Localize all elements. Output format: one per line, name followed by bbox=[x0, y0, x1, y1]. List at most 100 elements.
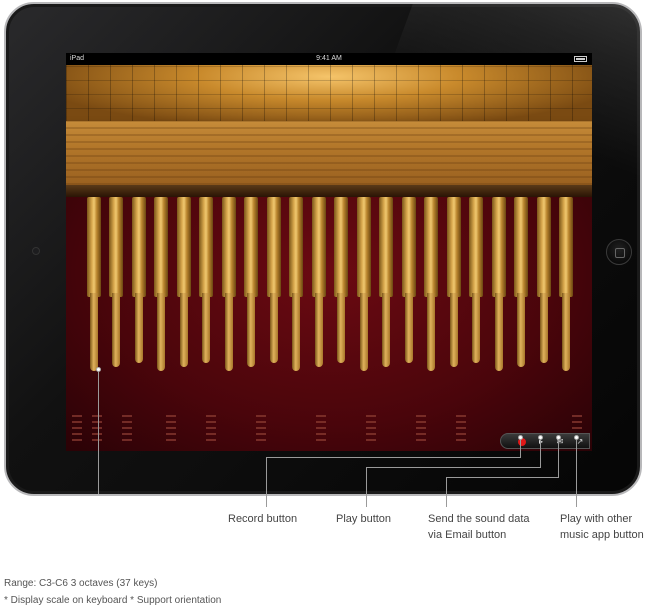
other-app-caption: Play with other music app button bbox=[560, 511, 644, 543]
status-bar: iPad 9:41 AM bbox=[66, 53, 592, 65]
music-box-cylinder bbox=[66, 65, 592, 123]
felt-pattern bbox=[256, 413, 266, 441]
tine-stem bbox=[562, 293, 570, 371]
comb-tine-key[interactable] bbox=[446, 197, 461, 377]
tine-root bbox=[491, 197, 506, 297]
play-callout-line bbox=[366, 467, 367, 507]
play-callout-line bbox=[366, 467, 541, 468]
tine-root bbox=[221, 197, 236, 297]
comb-tine-key[interactable] bbox=[87, 197, 101, 377]
other-app-callout-line bbox=[576, 440, 577, 507]
play-callout-line bbox=[540, 440, 541, 468]
email-callout-line bbox=[558, 440, 559, 478]
felt-pattern bbox=[166, 413, 176, 441]
feature-notes: * Display scale on keyboard * Support or… bbox=[4, 595, 222, 606]
tine-root bbox=[559, 197, 573, 297]
home-button[interactable] bbox=[606, 239, 632, 265]
email-caption: Send the sound data via Email button bbox=[428, 511, 530, 543]
comb-tine-key[interactable] bbox=[559, 197, 573, 377]
comb-tine-key[interactable] bbox=[289, 197, 304, 377]
felt-pattern bbox=[122, 413, 132, 441]
tine-root bbox=[469, 197, 484, 297]
felt-pattern bbox=[416, 413, 426, 441]
felt-pattern bbox=[72, 413, 82, 441]
comb-tine-key[interactable] bbox=[379, 197, 394, 377]
tine-root bbox=[87, 197, 101, 297]
comb-tine-key[interactable] bbox=[311, 197, 326, 377]
play-caption: Play button bbox=[336, 513, 392, 525]
comb-tine-key[interactable] bbox=[469, 197, 484, 377]
felt-pattern bbox=[92, 413, 102, 441]
felt-pattern bbox=[206, 413, 216, 441]
comb-tine-key[interactable] bbox=[491, 197, 506, 377]
email-callout-line bbox=[446, 477, 447, 507]
app-screen: iPad 9:41 AM ✉ ↗ bbox=[66, 53, 592, 451]
tine-root bbox=[514, 197, 529, 297]
tine-root bbox=[289, 197, 304, 297]
range-note: Range: C3-C6 3 octaves (37 keys) bbox=[4, 578, 158, 589]
tine-stem bbox=[359, 293, 368, 371]
tine-root bbox=[356, 197, 371, 297]
email-caption-line2: via Email button bbox=[428, 529, 507, 541]
record-caption: Record button bbox=[228, 513, 298, 525]
felt-pattern bbox=[456, 413, 466, 441]
tine-root bbox=[424, 197, 439, 297]
comb-tine-key[interactable] bbox=[536, 197, 551, 377]
tine-root bbox=[401, 197, 416, 297]
comb-tine-key[interactable] bbox=[514, 197, 529, 377]
comb-tine-key[interactable] bbox=[109, 197, 124, 377]
felt-pattern bbox=[316, 413, 326, 441]
tine-stem bbox=[112, 293, 121, 367]
wooden-housing bbox=[66, 121, 592, 185]
tine-stem bbox=[90, 293, 98, 371]
tine-root bbox=[311, 197, 326, 297]
comb-tine-key[interactable] bbox=[401, 197, 416, 377]
tine-stem bbox=[449, 293, 458, 367]
tine-stem bbox=[517, 293, 526, 367]
comb-base bbox=[66, 185, 592, 197]
tine-stem bbox=[539, 293, 548, 363]
tine-root bbox=[536, 197, 551, 297]
comb-tine-key[interactable] bbox=[131, 197, 146, 377]
tine-root bbox=[446, 197, 461, 297]
comb-tine-key[interactable] bbox=[176, 197, 191, 377]
tine-stem bbox=[202, 293, 211, 363]
comb-tine-key[interactable] bbox=[221, 197, 236, 377]
comb-tine-key[interactable] bbox=[424, 197, 439, 377]
record-callout-line bbox=[266, 457, 267, 507]
tine-root bbox=[379, 197, 394, 297]
tine-root bbox=[334, 197, 349, 297]
tine-root bbox=[199, 197, 214, 297]
tine-stem bbox=[472, 293, 481, 363]
other-app-caption-line2: music app button bbox=[560, 529, 644, 541]
tine-stem bbox=[404, 293, 413, 363]
tine-stem bbox=[314, 293, 323, 367]
tine-stem bbox=[247, 293, 256, 367]
record-callout-line bbox=[520, 440, 521, 458]
tine-stem bbox=[134, 293, 143, 363]
keyboard-callout-line bbox=[98, 372, 99, 494]
tine-stem bbox=[157, 293, 166, 371]
tine-stem bbox=[224, 293, 233, 371]
tine-root bbox=[244, 197, 259, 297]
tine-root bbox=[266, 197, 281, 297]
ipad-frame: iPad 9:41 AM ✉ ↗ bbox=[4, 2, 642, 496]
tine-stem bbox=[292, 293, 301, 371]
email-callout-line bbox=[446, 477, 559, 478]
comb-tine-key[interactable] bbox=[154, 197, 169, 377]
tine-stem bbox=[494, 293, 503, 371]
product-illustration: iPad 9:41 AM ✉ ↗ Record button Play butt… bbox=[0, 0, 650, 610]
record-callout-line bbox=[266, 457, 521, 458]
comb-tine-key[interactable] bbox=[199, 197, 214, 377]
tine-stem bbox=[337, 293, 346, 363]
tine-root bbox=[176, 197, 191, 297]
comb-tine-key[interactable] bbox=[356, 197, 371, 377]
other-app-caption-line1: Play with other bbox=[560, 513, 633, 525]
battery-icon bbox=[574, 56, 587, 62]
front-camera bbox=[32, 247, 40, 255]
comb-tine-key[interactable] bbox=[334, 197, 349, 377]
clock: 9:41 AM bbox=[316, 55, 342, 62]
comb-tine-key[interactable] bbox=[244, 197, 259, 377]
comb-tine-key[interactable] bbox=[266, 197, 281, 377]
felt-pattern bbox=[366, 413, 376, 441]
